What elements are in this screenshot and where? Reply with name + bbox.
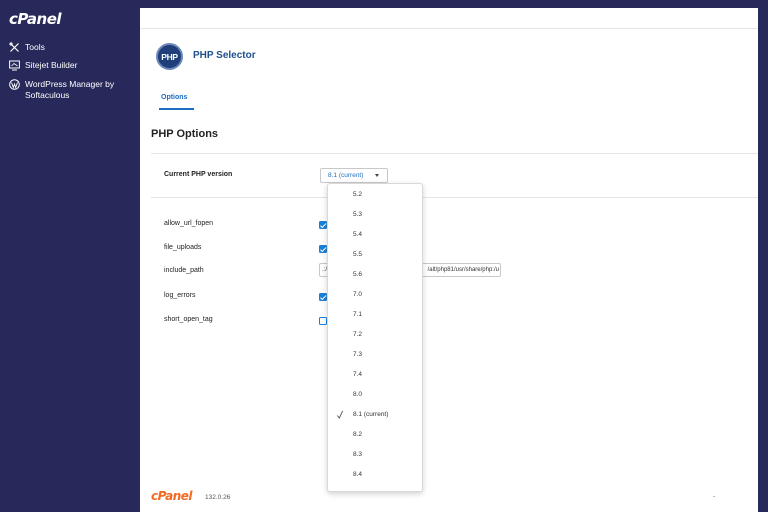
option-label-log-errors: log_errors [164, 292, 196, 299]
version-option[interactable]: 8.3 [353, 451, 362, 458]
version-option[interactable]: 7.3 [353, 351, 362, 358]
monitor-icon [9, 60, 20, 71]
version-option[interactable]: 5.4 [353, 231, 362, 238]
sidebar-item-label: WordPress Manager by Softaculous [25, 79, 115, 100]
log-errors-checkbox[interactable] [319, 293, 327, 301]
version-option[interactable]: 7.2 [353, 331, 362, 338]
divider [151, 197, 758, 198]
chevron-down-icon [375, 174, 379, 177]
footer-divider [713, 496, 715, 497]
file-uploads-checkbox[interactable] [319, 245, 327, 253]
sidebar-item-wordpress-manager[interactable]: WordPress Manager by Softaculous [9, 79, 134, 101]
page-title: PHP Selector [193, 50, 256, 61]
main-panel: PHP PHP Selector Options PHP Options Cur… [140, 8, 758, 512]
version-option[interactable]: 5.3 [353, 211, 362, 218]
version-option-selected[interactable]: 8.1 (current) [353, 411, 388, 418]
checkmark-icon [337, 410, 343, 419]
php-version-value: 8.1 (current) [328, 172, 364, 179]
include-path-value-end: /alt/php81/usr/share/php:/u [427, 267, 499, 273]
version-option[interactable]: 5.5 [353, 251, 362, 258]
sidebar-item-sitejet-builder[interactable]: Sitejet Builder [9, 60, 134, 71]
php-version-select[interactable]: 8.1 (current) [320, 168, 388, 183]
version-option[interactable]: 7.1 [353, 311, 362, 318]
sidebar-item-label: Tools [25, 42, 45, 52]
divider [140, 28, 758, 29]
option-label-file-uploads: file_uploads [164, 244, 202, 251]
active-tab-indicator [159, 108, 194, 110]
current-version-label: Current PHP version [164, 171, 233, 178]
cpanel-logo[interactable]: cPanel [9, 10, 62, 28]
option-label-allow-url-fopen: allow_url_fopen [164, 220, 214, 227]
tab-options[interactable]: Options [161, 94, 187, 101]
sidebar-item-label: Sitejet Builder [25, 60, 78, 70]
section-title: PHP Options [151, 128, 219, 140]
version-option[interactable]: 8.2 [353, 431, 362, 438]
option-label-short-open-tag: short_open_tag [164, 316, 213, 323]
divider [151, 153, 758, 154]
version-option[interactable]: 7.0 [353, 291, 362, 298]
footer-version: 132.0.26 [205, 494, 231, 501]
wordpress-icon [9, 79, 20, 90]
php-selector-icon: PHP [156, 43, 183, 70]
version-option[interactable]: 8.4 [353, 471, 362, 478]
version-option[interactable]: 5.6 [353, 271, 362, 278]
sidebar: cPanel Tools Sitejet Builder WordPress M… [0, 0, 140, 512]
version-option[interactable]: 8.0 [353, 391, 362, 398]
footer-cpanel-logo: cPanel [151, 489, 193, 503]
version-option[interactable]: 5.2 [353, 191, 362, 198]
php-version-dropdown: 5.2 5.3 5.4 5.5 5.6 7.0 7.1 7.2 7.3 7.4 … [327, 183, 423, 492]
allow-url-fopen-checkbox[interactable] [319, 221, 327, 229]
tools-icon [9, 42, 20, 53]
option-label-include-path: include_path [164, 267, 204, 274]
version-option[interactable]: 7.4 [353, 371, 362, 378]
short-open-tag-checkbox[interactable] [319, 317, 327, 325]
sidebar-item-tools[interactable]: Tools [9, 42, 134, 53]
